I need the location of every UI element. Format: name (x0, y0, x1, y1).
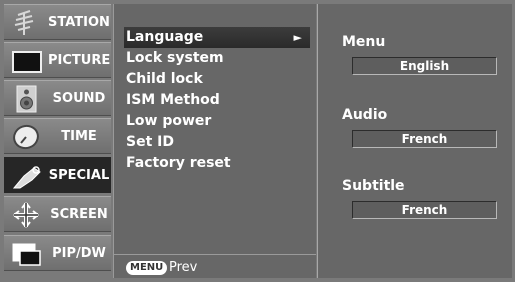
menu-item-child-lock[interactable]: Child lock (124, 69, 310, 90)
menu-item-factory-reset[interactable]: Factory reset (124, 153, 310, 174)
menu-item-label: Lock system (126, 50, 224, 66)
category-label: SCREEN (50, 207, 108, 222)
menu-item-language[interactable]: Language ► (124, 27, 310, 48)
menu-language-value[interactable]: English (352, 57, 497, 75)
tv-osd-menu: STATION PICTURE SOUND TIME SPECIAL SCREE… (0, 0, 515, 282)
subtitle-language-label: Subtitle (342, 178, 405, 194)
menu-item-label: Set ID (126, 134, 174, 150)
subtitle-language-value[interactable]: French (352, 201, 497, 219)
category-label: SPECIAL (48, 168, 110, 183)
language-options-panel: Menu English Audio French Subtitle Frenc… (317, 4, 512, 278)
category-label: TIME (61, 129, 97, 144)
category-picture[interactable]: PICTURE (4, 42, 111, 78)
category-time[interactable]: TIME (4, 118, 111, 154)
menu-item-ism-method[interactable]: ISM Method (124, 90, 310, 111)
screen-icon (10, 201, 46, 229)
menu-item-label: Factory reset (126, 155, 231, 171)
footer-divider (114, 254, 316, 255)
category-special[interactable]: SPECIAL (4, 157, 111, 193)
menu-item-label: Low power (126, 113, 212, 129)
menu-language-label: Menu (342, 34, 386, 50)
category-screen[interactable]: SCREEN (4, 196, 111, 232)
pip-icon (10, 240, 46, 268)
category-sound[interactable]: SOUND (4, 80, 111, 116)
picture-icon (10, 47, 46, 75)
category-pip[interactable]: PIP/DW (4, 235, 111, 271)
category-label: PICTURE (48, 53, 111, 68)
special-menu-panel: Language ► Lock system Child lock ISM Me… (113, 4, 316, 278)
category-label: STATION (48, 15, 110, 30)
menu-item-label: ISM Method (126, 92, 220, 108)
category-label: PIP/DW (52, 246, 106, 261)
menu-item-label: Child lock (126, 71, 203, 87)
category-station[interactable]: STATION (4, 4, 111, 40)
prev-label: Prev (169, 260, 198, 275)
station-icon (10, 9, 46, 37)
sound-icon (10, 85, 46, 113)
menu-item-set-id[interactable]: Set ID (124, 132, 310, 153)
audio-language-value[interactable]: French (352, 130, 497, 148)
special-icon (10, 162, 46, 190)
submenu-arrow-icon: ► (293, 31, 302, 44)
time-icon (10, 123, 46, 151)
category-label: SOUND (52, 91, 106, 106)
menu-item-lock-system[interactable]: Lock system (124, 48, 310, 69)
audio-language-label: Audio (342, 107, 388, 123)
menu-item-label: Language (126, 29, 204, 45)
menu-key-badge[interactable]: MENU (126, 261, 168, 275)
menu-item-low-power[interactable]: Low power (124, 111, 310, 132)
category-column: STATION PICTURE SOUND TIME SPECIAL SCREE… (4, 4, 111, 278)
